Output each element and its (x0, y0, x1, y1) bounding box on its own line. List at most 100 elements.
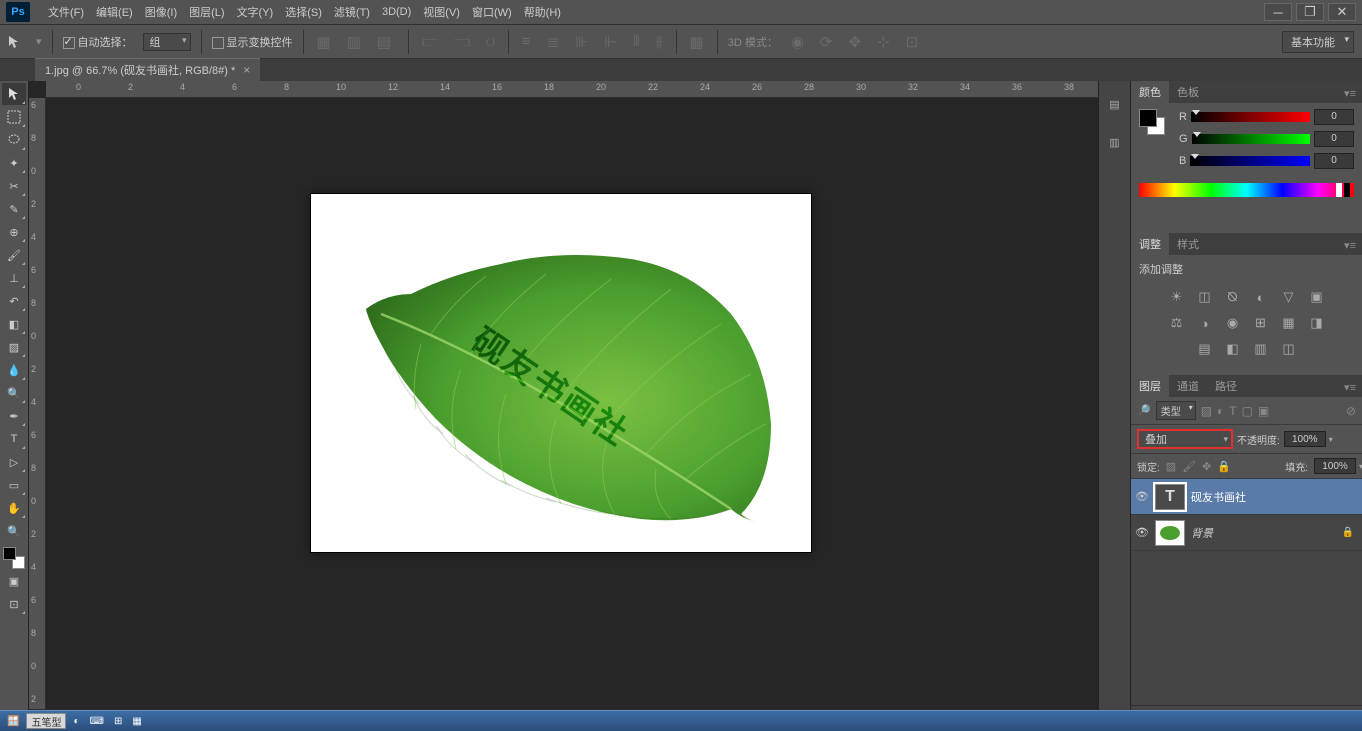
curves-icon[interactable]: ⦰ (1224, 289, 1242, 305)
lock-transparent-icon[interactable]: ▨ (1166, 460, 1176, 473)
menu-edit[interactable]: 编辑(E) (90, 0, 139, 24)
quickmask-toggle[interactable]: ▣ (2, 570, 26, 592)
wand-tool[interactable]: ✦ (2, 152, 26, 174)
screenmode-toggle[interactable]: ⊡ (2, 593, 26, 615)
posterize-icon[interactable]: ▤ (1196, 341, 1214, 357)
menu-filter[interactable]: 滤镜(T) (328, 0, 376, 24)
lasso-tool[interactable] (2, 129, 26, 151)
hue-icon[interactable]: ▣ (1308, 289, 1326, 305)
lock-pixels-icon[interactable]: 🖌 (1182, 460, 1196, 473)
history-brush-tool[interactable]: ↶ (2, 290, 26, 312)
workspace-switcher[interactable]: 基本功能 (1282, 31, 1354, 53)
blue-slider[interactable] (1190, 156, 1310, 166)
pen-tool[interactable]: ✒ (2, 405, 26, 427)
exposure-icon[interactable]: ◐ (1252, 289, 1270, 305)
adjustments-tab[interactable]: 调整 (1131, 233, 1169, 255)
properties-icon[interactable]: ▥ (1105, 133, 1125, 151)
filter-search-icon[interactable]: 🔎 (1137, 404, 1151, 417)
blend-mode-dropdown[interactable]: 叠加 (1137, 429, 1233, 449)
taskbar-icon[interactable]: ⊞ (111, 713, 125, 729)
mixer-icon[interactable]: ⊞ (1252, 315, 1270, 331)
document-tab[interactable]: 1.jpg @ 66.7% (砚友书画社, RGB/8#) *× (35, 58, 260, 81)
layer-name[interactable]: 砚友书画社 (1191, 489, 1246, 505)
close-tab-icon[interactable]: × (243, 63, 250, 77)
zoom-tool[interactable]: 🔍 (2, 520, 26, 542)
balance-icon[interactable]: ⚖ (1168, 315, 1186, 331)
panel-menu-icon[interactable]: ▾≡ (1338, 236, 1362, 255)
maximize-button[interactable]: ❐ (1296, 3, 1324, 21)
menu-view[interactable]: 视图(V) (417, 0, 466, 24)
layer-thumbnail[interactable] (1155, 484, 1185, 510)
styles-tab[interactable]: 样式 (1169, 233, 1207, 255)
taskbar-icon[interactable]: ◐ (70, 713, 82, 729)
auto-select-checkbox[interactable]: 自动选择： (63, 34, 133, 50)
lock-position-icon[interactable]: ✥ (1202, 460, 1211, 473)
swatches-tab[interactable]: 色板 (1169, 81, 1207, 103)
panel-menu-icon[interactable]: ▾≡ (1338, 378, 1362, 397)
stamp-tool[interactable]: ⊥ (2, 267, 26, 289)
minimize-button[interactable]: ─ (1264, 3, 1292, 21)
canvas[interactable]: 砚友书画社 (311, 194, 811, 552)
channels-tab[interactable]: 通道 (1169, 375, 1207, 397)
layer-row[interactable]: 👁 背景 🔒 (1131, 515, 1362, 551)
layer-name[interactable]: 背景 (1191, 525, 1213, 541)
red-slider[interactable] (1191, 112, 1310, 122)
menu-image[interactable]: 图像(I) (139, 0, 183, 24)
gradient-map-icon[interactable]: ▥ (1252, 341, 1270, 357)
filter-type-dropdown[interactable]: 类型 (1156, 401, 1196, 420)
color-swatches[interactable] (3, 547, 25, 569)
bw-icon[interactable]: ◑ (1196, 315, 1214, 331)
brush-tool[interactable]: 🖌 (2, 244, 26, 266)
filter-smart-icon[interactable]: ▣ (1258, 404, 1269, 418)
blue-value[interactable]: 0 (1314, 153, 1354, 169)
panel-menu-icon[interactable]: ▾≡ (1338, 84, 1362, 103)
taskbar-icon[interactable]: ▦ (129, 713, 144, 729)
visibility-toggle[interactable]: 👁 (1135, 526, 1149, 539)
layer-row[interactable]: 👁 砚友书画社 (1131, 479, 1362, 515)
brightness-icon[interactable]: ☀ (1168, 289, 1186, 305)
marquee-tool[interactable] (2, 106, 26, 128)
gradient-tool[interactable]: ▨ (2, 336, 26, 358)
menu-text[interactable]: 文字(Y) (231, 0, 280, 24)
visibility-toggle[interactable]: 👁 (1135, 490, 1149, 503)
fill-value[interactable]: 100% (1314, 458, 1356, 474)
spectrum-picker[interactable] (1139, 183, 1354, 197)
lock-all-icon[interactable]: 🔒 (1217, 460, 1231, 473)
menu-layer[interactable]: 图层(L) (183, 0, 230, 24)
menu-3d[interactable]: 3D(D) (376, 0, 417, 24)
path-select-tool[interactable]: ▷ (2, 451, 26, 473)
heal-tool[interactable]: ⊕ (2, 221, 26, 243)
history-icon[interactable]: ▤ (1105, 95, 1125, 113)
auto-select-mode[interactable]: 组 (143, 33, 191, 51)
hand-tool[interactable]: ✋ (2, 497, 26, 519)
crop-tool[interactable]: ✂ (2, 175, 26, 197)
green-slider[interactable] (1192, 134, 1310, 144)
taskbar-icon[interactable]: 🪟 (4, 713, 22, 729)
color-swatch[interactable] (1139, 109, 1165, 135)
eraser-tool[interactable]: ◧ (2, 313, 26, 335)
filter-shape-icon[interactable]: ▢ (1242, 404, 1253, 418)
ime-indicator[interactable]: 五笔型 (26, 713, 66, 729)
filter-type-icon[interactable]: T (1229, 404, 1236, 418)
color-tab[interactable]: 颜色 (1131, 81, 1169, 103)
shape-tool[interactable]: ▭ (2, 474, 26, 496)
menu-help[interactable]: 帮助(H) (518, 0, 567, 24)
selective-icon[interactable]: ◫ (1280, 341, 1298, 357)
lut-icon[interactable]: ▦ (1280, 315, 1298, 331)
type-tool[interactable]: T (2, 428, 26, 450)
red-value[interactable]: 0 (1314, 109, 1354, 125)
green-value[interactable]: 0 (1314, 131, 1354, 147)
photo-filter-icon[interactable]: ◉ (1224, 315, 1242, 331)
move-tool[interactable] (2, 83, 26, 105)
layer-thumbnail[interactable] (1155, 520, 1185, 546)
filter-toggle[interactable]: ⊘ (1346, 404, 1356, 418)
close-button[interactable]: ✕ (1328, 3, 1356, 21)
show-transform-checkbox[interactable]: 显示变换控件 (212, 34, 293, 50)
taskbar-icon[interactable]: ⌨ (87, 713, 107, 729)
menu-window[interactable]: 窗口(W) (466, 0, 518, 24)
filter-adjust-icon[interactable]: ◐ (1217, 404, 1224, 418)
threshold-icon[interactable]: ◧ (1224, 341, 1242, 357)
eyedropper-tool[interactable]: ✎ (2, 198, 26, 220)
paths-tab[interactable]: 路径 (1207, 375, 1245, 397)
opacity-value[interactable]: 100% (1284, 431, 1326, 447)
